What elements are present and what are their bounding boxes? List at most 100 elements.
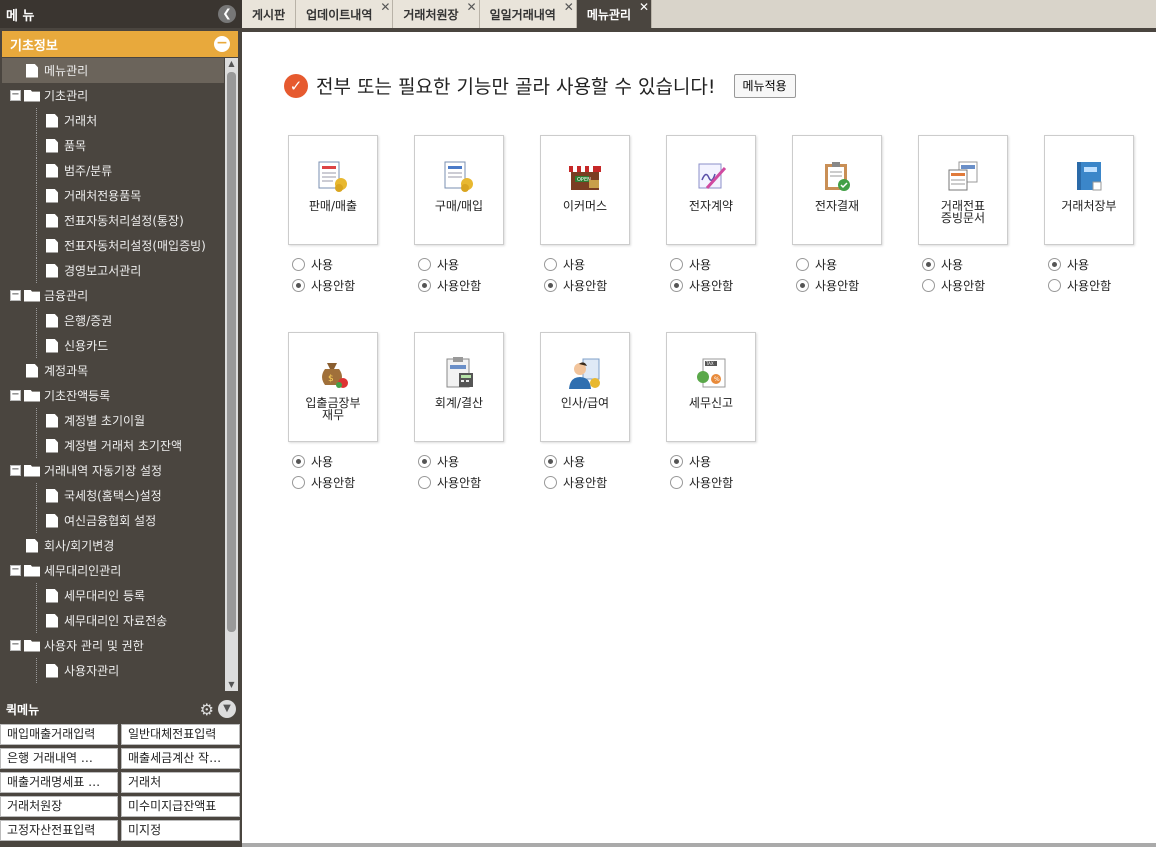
radio-option[interactable]: 사용 — [544, 254, 644, 275]
module-card[interactable]: 거래처장부 — [1044, 135, 1134, 245]
collapse-toggle-icon[interactable]: − — [10, 290, 21, 301]
module-card[interactable]: 거래전표 증빙문서 — [918, 135, 1008, 245]
radio-option[interactable]: 사용안함 — [418, 275, 518, 296]
radio-button[interactable] — [796, 279, 809, 292]
tree-item[interactable]: − 세무대리인관리 — [2, 558, 224, 583]
tree-item[interactable]: 경영보고서관리 — [2, 258, 224, 283]
close-icon[interactable]: ✕ — [564, 0, 574, 14]
minus-circle-icon[interactable]: − — [214, 36, 230, 52]
tree-item[interactable]: 범주/분류 — [2, 158, 224, 183]
radio-option[interactable]: 사용안함 — [292, 275, 392, 296]
section-basic-info[interactable]: 기초정보 − — [2, 31, 238, 57]
radio-button[interactable] — [670, 455, 683, 468]
tree-item[interactable]: 사용자관리 — [2, 658, 224, 683]
tab-1[interactable]: 게시판 — [242, 0, 297, 28]
radio-button[interactable] — [418, 258, 431, 271]
radio-option[interactable]: 사용안함 — [544, 275, 644, 296]
tree-item[interactable]: 거래처전용품목 — [2, 183, 224, 208]
tree-item[interactable]: − 기초관리 — [2, 83, 224, 108]
radio-option[interactable]: 사용 — [292, 254, 392, 275]
quick-menu-item[interactable]: 거래처원장 — [0, 796, 118, 817]
tree-item[interactable]: 신용카드 — [2, 333, 224, 358]
module-card[interactable]: TAX% 세무신고 — [666, 332, 756, 442]
tree-item[interactable]: 여신금융협회 설정 — [2, 508, 224, 533]
quick-menu-item[interactable]: 고정자산전표입력 — [0, 820, 118, 841]
tree-item[interactable]: − 기초잔액등록 — [2, 383, 224, 408]
tree-item[interactable]: 거래처 — [2, 108, 224, 133]
radio-option[interactable]: 사용 — [922, 254, 1022, 275]
radio-button[interactable] — [292, 455, 305, 468]
quick-menu-item[interactable]: 미수미지급잔액표 — [121, 796, 240, 817]
radio-option[interactable]: 사용안함 — [922, 275, 1022, 296]
radio-option[interactable]: 사용안함 — [796, 275, 896, 296]
quick-menu-item[interactable]: 일반대체전표입력 — [121, 724, 240, 745]
module-card[interactable]: 전자결재 — [792, 135, 882, 245]
tree-item[interactable]: 은행/증권 — [2, 308, 224, 333]
radio-button[interactable] — [670, 476, 683, 489]
radio-option[interactable]: 사용 — [418, 254, 518, 275]
radio-button[interactable] — [1048, 279, 1061, 292]
radio-button[interactable] — [418, 279, 431, 292]
tree-item[interactable]: 세무대리인 자료전송 — [2, 608, 224, 633]
tab-2[interactable]: 업데이트내역 ✕ — [296, 0, 394, 28]
close-icon[interactable]: ✕ — [380, 0, 390, 14]
radio-button[interactable] — [796, 258, 809, 271]
scroll-down-icon[interactable]: ▼ — [225, 679, 238, 691]
tree-item[interactable]: − 거래내역 자동기장 설정 — [2, 458, 224, 483]
radio-option[interactable]: 사용안함 — [418, 472, 518, 493]
module-card[interactable]: OPEN 이커머스 — [540, 135, 630, 245]
gear-icon[interactable]: ⚙ — [200, 700, 214, 719]
module-card[interactable]: 회계/결산 — [414, 332, 504, 442]
radio-option[interactable]: 사용 — [418, 451, 518, 472]
radio-button[interactable] — [922, 279, 935, 292]
tree-item[interactable]: 계정과목 — [2, 358, 224, 383]
radio-button[interactable] — [922, 258, 935, 271]
radio-button[interactable] — [418, 476, 431, 489]
radio-option[interactable]: 사용 — [1048, 254, 1148, 275]
tree-item[interactable]: − 금융관리 — [2, 283, 224, 308]
radio-option[interactable]: 사용안함 — [670, 472, 770, 493]
collapse-toggle-icon[interactable]: − — [10, 465, 21, 476]
tab-4[interactable]: 일일거래내역 ✕ — [479, 0, 577, 28]
module-card[interactable]: 전자계약 — [666, 135, 756, 245]
quick-menu-item[interactable]: 매출세금계산 작… — [121, 748, 240, 769]
scroll-up-icon[interactable]: ▲ — [225, 58, 238, 70]
tree-item[interactable]: 품목 — [2, 133, 224, 158]
radio-option[interactable]: 사용 — [292, 451, 392, 472]
radio-option[interactable]: 사용안함 — [670, 275, 770, 296]
module-card[interactable]: $ 입출금장부 재무 — [288, 332, 378, 442]
radio-option[interactable]: 사용 — [670, 451, 770, 472]
tree-item[interactable]: 회사/회기변경 — [2, 533, 224, 558]
tree-item[interactable]: 국세청(홈택스)설정 — [2, 483, 224, 508]
quick-menu-item[interactable]: 매출거래명세표 … — [0, 772, 118, 793]
collapse-sidebar-icon[interactable]: ❮ — [218, 5, 236, 23]
radio-option[interactable]: 사용 — [796, 254, 896, 275]
module-card[interactable]: 판매/매출 — [288, 135, 378, 245]
radio-button[interactable] — [544, 258, 557, 271]
apply-menu-button[interactable]: 메뉴적용 — [733, 73, 796, 98]
close-icon[interactable]: ✕ — [467, 0, 477, 14]
tree-item[interactable]: 메뉴관리 — [2, 58, 224, 83]
radio-button[interactable] — [292, 258, 305, 271]
quick-menu-item[interactable]: 거래처 — [121, 772, 240, 793]
tree-item[interactable]: 계정별 거래처 초기잔액 — [2, 433, 224, 458]
close-icon[interactable]: ✕ — [639, 0, 649, 14]
tree-scrollbar[interactable]: ▲ ▼ — [225, 58, 238, 691]
radio-button[interactable] — [544, 476, 557, 489]
scroll-thumb[interactable] — [227, 72, 236, 632]
radio-button[interactable] — [1048, 258, 1061, 271]
module-card[interactable]: 구매/매입 — [414, 135, 504, 245]
radio-button[interactable] — [292, 476, 305, 489]
collapse-toggle-icon[interactable]: − — [10, 90, 21, 101]
radio-button[interactable] — [292, 279, 305, 292]
module-card[interactable]: 인사/급여 — [540, 332, 630, 442]
radio-button[interactable] — [418, 455, 431, 468]
radio-option[interactable]: 사용안함 — [1048, 275, 1148, 296]
radio-button[interactable] — [670, 258, 683, 271]
quick-menu-item[interactable]: 매입매출거래입력 — [0, 724, 118, 745]
collapse-toggle-icon[interactable]: − — [10, 565, 21, 576]
tab-3[interactable]: 거래처원장 ✕ — [393, 0, 480, 28]
tree-item[interactable]: 계정별 초기이월 — [2, 408, 224, 433]
radio-option[interactable]: 사용 — [670, 254, 770, 275]
radio-button[interactable] — [544, 279, 557, 292]
